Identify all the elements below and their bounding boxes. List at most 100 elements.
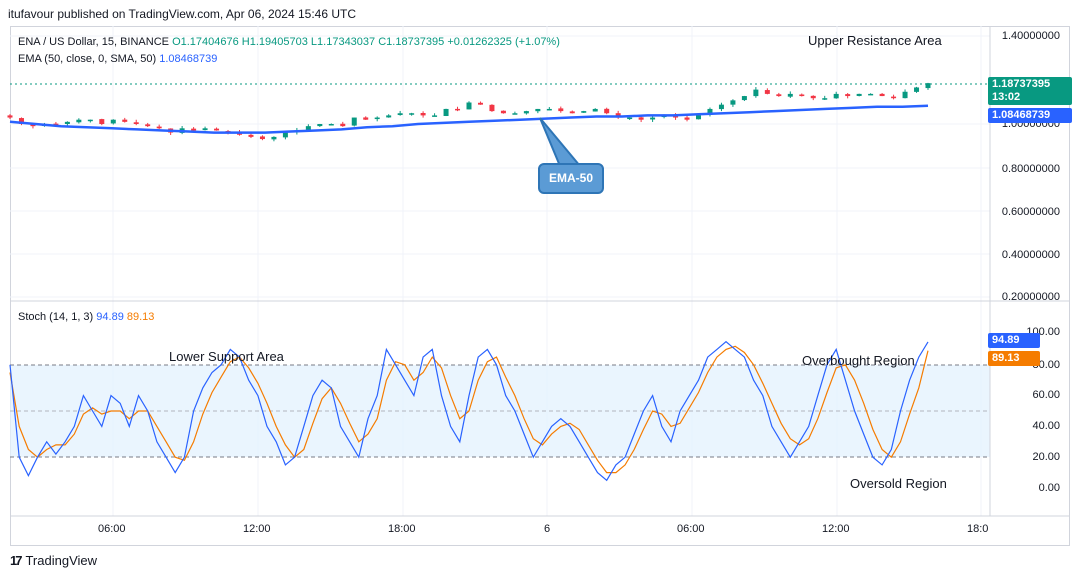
candle-body xyxy=(902,91,908,99)
overbought-label: Overbought Region xyxy=(802,353,915,368)
stoch-tick: 40.00 xyxy=(1032,420,1060,432)
chart-canvas[interactable] xyxy=(0,0,1080,579)
candle-body xyxy=(581,111,587,113)
candle-body xyxy=(432,115,438,117)
open-value: O1.17404676 xyxy=(172,36,239,48)
ema-50-line xyxy=(9,104,929,134)
callout-pointer xyxy=(539,117,583,167)
candle-body xyxy=(569,111,575,114)
candle-body xyxy=(489,104,495,112)
candle-body xyxy=(363,117,369,120)
candle-body xyxy=(914,87,920,92)
candle-body xyxy=(776,94,782,97)
candle-body xyxy=(477,102,483,105)
ema-label: EMA (50, close, 0, SMA, 50) xyxy=(18,53,157,65)
candle-body xyxy=(879,93,885,97)
price-tick: 1.40000000 xyxy=(1001,30,1060,42)
candle-body xyxy=(512,113,518,115)
stoch-label: Stoch (14, 1, 3) xyxy=(18,311,94,323)
candle-body xyxy=(546,108,552,111)
candle-body xyxy=(500,110,506,114)
candle-body xyxy=(822,98,828,100)
candle-body xyxy=(271,136,277,140)
candle-body xyxy=(684,117,690,120)
stoch-legend[interactable]: Stoch (14, 1, 3) 94.89 89.13 xyxy=(18,311,154,323)
stoch-tick: 0.00 xyxy=(1038,482,1060,494)
candle-body xyxy=(466,102,472,110)
candle-body xyxy=(202,128,208,131)
symbol-label: ENA / US Dollar, 15, BINANCE xyxy=(18,36,169,48)
candle-body xyxy=(730,100,736,105)
candle-body xyxy=(696,115,701,120)
low-value: L1.17343037 xyxy=(310,36,376,48)
ema-value: 1.08468739 xyxy=(159,53,218,65)
candle-body xyxy=(409,113,415,115)
oversold-label: Oversold Region xyxy=(850,476,947,491)
candle-body xyxy=(122,119,128,122)
stoch-d-value: 89.13 xyxy=(126,311,155,323)
close-value: C1.18737395 xyxy=(378,36,445,48)
candle-body xyxy=(374,117,380,120)
candle-body xyxy=(7,115,13,118)
candle-body xyxy=(638,117,644,120)
candle-body xyxy=(110,119,116,124)
stoch-d-tag: 89.13 xyxy=(988,351,1040,366)
candle-body xyxy=(810,95,816,99)
price-legend[interactable]: ENA / US Dollar, 15, BINANCE O1.17404676… xyxy=(18,36,560,48)
time-tick: 06:00 xyxy=(98,523,126,535)
candle-body xyxy=(156,126,162,129)
ema-legend[interactable]: EMA (50, close, 0, SMA, 50) 1.08468739 xyxy=(18,53,217,65)
candle-body xyxy=(191,128,197,131)
candle-body xyxy=(764,90,770,94)
candle-body xyxy=(833,93,839,99)
candle-body xyxy=(397,113,403,116)
time-tick: 18:0 xyxy=(967,523,989,535)
candle-body xyxy=(799,94,805,97)
candle-body xyxy=(845,94,851,97)
candle-body xyxy=(386,115,392,118)
stoch-k-value: 94.89 xyxy=(96,311,124,323)
candle-body xyxy=(99,119,105,124)
candle-body xyxy=(455,108,461,111)
candle-body xyxy=(787,93,793,97)
ema-callout: EMA-50 xyxy=(538,163,604,194)
candle-body xyxy=(214,128,220,131)
candle-body xyxy=(627,117,633,120)
publish-header: itufavour published on TradingView.com, … xyxy=(8,7,356,21)
change-value: +0.01262325 (+1.07%) xyxy=(447,36,560,48)
candle-body xyxy=(868,93,874,96)
last-price-tag: 1.18737395 13:02 xyxy=(988,77,1072,105)
candle-body xyxy=(856,93,862,96)
candle-body xyxy=(925,83,931,89)
time-tick: 12:00 xyxy=(243,523,271,535)
candle-body xyxy=(76,119,82,123)
candle-body xyxy=(650,117,656,120)
price-tick: 0.40000000 xyxy=(1001,249,1060,261)
time-tick: 12:00 xyxy=(822,523,850,535)
high-value: H1.19405703 xyxy=(241,36,308,48)
candle-body xyxy=(604,108,610,114)
candle-body xyxy=(753,89,759,97)
candle-body xyxy=(87,119,93,122)
footer-brand[interactable]: 17 TradingView xyxy=(10,553,97,568)
candles xyxy=(7,82,931,142)
candle-body xyxy=(351,117,357,126)
time-tick: 18:00 xyxy=(388,523,416,535)
stoch-tick: 20.00 xyxy=(1032,451,1060,463)
candle-body xyxy=(443,108,449,116)
candle-body xyxy=(64,121,70,125)
candle-body xyxy=(891,96,897,99)
price-tick: 0.60000000 xyxy=(1001,206,1060,218)
ema-price-tag: 1.08468739 xyxy=(988,108,1072,123)
candle-body xyxy=(523,111,529,114)
candle-body xyxy=(248,134,254,137)
candle-body xyxy=(420,112,426,116)
bar-countdown: 13:02 xyxy=(992,91,1021,103)
footer-brand-label: TradingView xyxy=(25,553,98,568)
lower-support-label: Lower Support Area xyxy=(169,349,284,364)
candle-body xyxy=(145,124,151,127)
stoch-tick: 60.00 xyxy=(1032,389,1060,401)
stoch-k-tag: 94.89 xyxy=(988,333,1040,348)
candle-body xyxy=(282,132,288,138)
price-tick: 0.20000000 xyxy=(1001,291,1060,303)
